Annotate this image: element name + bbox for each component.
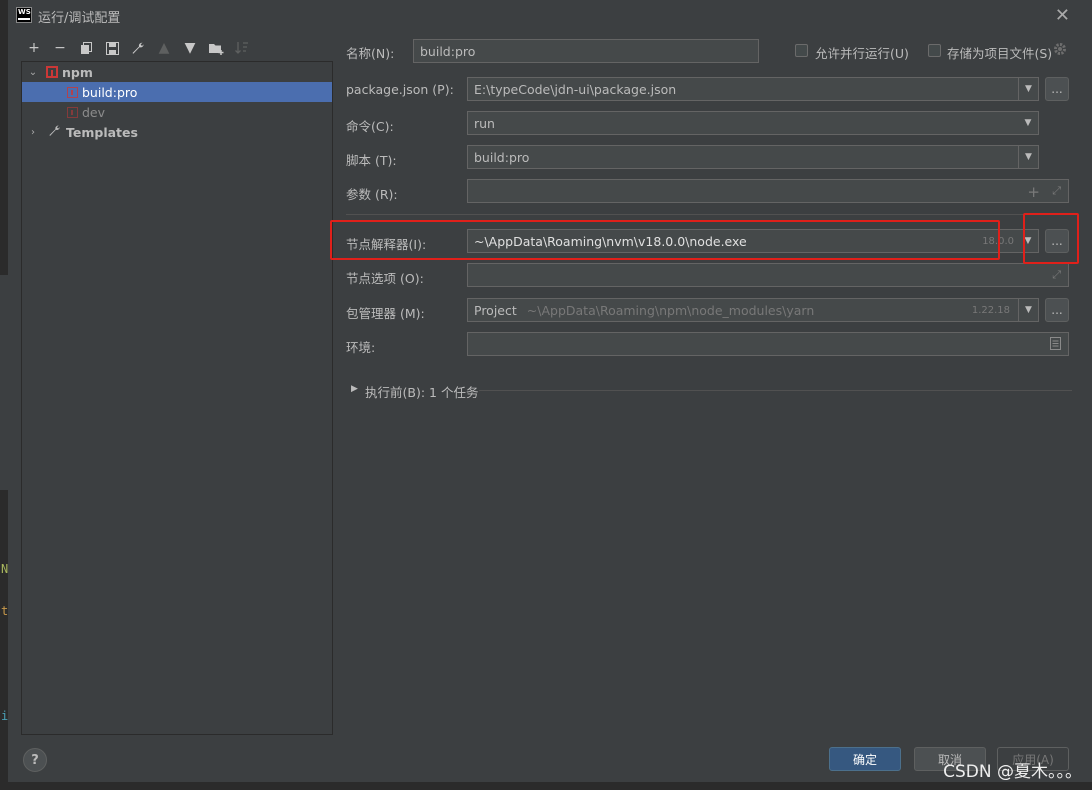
ok-button[interactable]: 确定 — [829, 747, 901, 771]
highlight-browse-button — [1023, 213, 1079, 264]
background-editor-strip — [0, 515, 8, 790]
csdn-watermark: CSDN @夏木。。。 — [943, 762, 1082, 782]
copy-icon[interactable] — [78, 40, 94, 56]
package-json-label: package.json (P): — [346, 82, 454, 97]
expand-icon[interactable]: ⤢ — [1052, 268, 1061, 282]
tree-node-label: dev — [82, 104, 106, 120]
parallel-run-checkbox[interactable] — [795, 44, 808, 57]
package-json-browse-button[interactable]: ... — [1045, 77, 1069, 101]
command-select[interactable]: run ▼ — [467, 111, 1039, 135]
name-input[interactable]: build:pro — [413, 39, 759, 63]
environment-label: 环境: — [346, 340, 376, 355]
save-icon[interactable] — [104, 40, 120, 56]
chevron-down-icon[interactable]: ▼ — [1018, 146, 1038, 168]
tree-node-build-pro[interactable]: build:pro — [22, 82, 332, 102]
move-up-icon[interactable]: ▲ — [156, 40, 172, 56]
command-value: run — [474, 115, 495, 131]
npm-icon — [67, 106, 78, 118]
tree-node-label: Templates — [66, 124, 138, 140]
parallel-run-label: 允许并行运行(U) — [815, 46, 909, 61]
gear-icon[interactable] — [1053, 42, 1067, 59]
chevron-down-icon[interactable]: ▼ — [1018, 299, 1038, 321]
tree-node-label: build:pro — [82, 84, 138, 100]
remove-icon[interactable]: − — [52, 40, 68, 56]
arguments-label: 参数 (R): — [346, 187, 398, 202]
section-separator — [346, 214, 1072, 215]
package-manager-browse-button[interactable]: ... — [1045, 298, 1069, 322]
title-bar[interactable]: WS 运行/调试配置 ✕ — [8, 0, 1092, 30]
tree-node-npm[interactable]: ⌄ npm — [22, 62, 332, 82]
name-input-value: build:pro — [420, 43, 476, 59]
chevron-down-icon[interactable]: ▼ — [1018, 78, 1038, 100]
arguments-input[interactable]: + ⤢ — [467, 179, 1069, 203]
run-debug-config-dialog: WS 运行/调试配置 ✕ + − ▲ ▼ ⌄ npm build:pro dev… — [8, 0, 1092, 782]
help-button[interactable]: ? — [23, 748, 47, 772]
highlight-node-interpreter — [330, 220, 1000, 260]
add-icon[interactable]: + — [26, 40, 42, 56]
wrench-icon[interactable] — [130, 40, 146, 56]
store-as-project-file-checkbox[interactable] — [928, 44, 941, 57]
node-options-label: 节点选项 (O): — [346, 271, 424, 286]
node-options-input[interactable]: ⤢ — [467, 263, 1069, 287]
background-ide-strip — [0, 275, 8, 490]
chevron-down-icon[interactable]: ⌄ — [26, 67, 40, 78]
add-icon[interactable]: + — [1027, 183, 1040, 201]
chevron-down-icon[interactable]: ▼ — [1018, 112, 1038, 134]
package-manager-label: 包管理器 (M): — [346, 306, 425, 321]
before-launch-separator — [479, 390, 1072, 391]
configuration-tree: ⌄ npm build:pro dev › Templates — [21, 61, 333, 735]
name-label: 名称(N): — [346, 46, 395, 61]
tree-node-dev[interactable]: dev — [22, 102, 332, 122]
package-manager-path: ~\AppData\Roaming\npm\node_modules\yarn — [526, 302, 815, 318]
store-as-project-file-label: 存储为项目文件(S) — [947, 46, 1053, 61]
sort-icon[interactable] — [234, 40, 250, 56]
command-label: 命令(C): — [346, 119, 394, 134]
app-icon-text: WS — [18, 8, 31, 16]
move-down-icon[interactable]: ▼ — [182, 40, 198, 56]
package-json-select[interactable]: E:\typeCode\jdn-ui\package.json ▼ — [467, 77, 1039, 101]
tree-toolbar: + − ▲ ▼ — [26, 38, 250, 58]
close-icon[interactable]: ✕ — [1055, 5, 1070, 26]
tree-node-templates[interactable]: › Templates — [22, 122, 332, 142]
npm-icon — [46, 66, 58, 78]
window-title: 运行/调试配置 — [38, 11, 121, 26]
before-launch-label[interactable]: 执行前(B): 1 个任务 — [365, 382, 478, 401]
new-folder-icon[interactable] — [208, 40, 224, 56]
package-json-value: E:\typeCode\jdn-ui\package.json — [474, 81, 677, 97]
package-manager-select[interactable]: Project ~\AppData\Roaming\npm\node_modul… — [467, 298, 1039, 322]
webstorm-app-icon: WS — [16, 7, 32, 23]
script-label: 脚本 (T): — [346, 153, 397, 168]
tree-node-label: npm — [62, 64, 93, 80]
npm-icon — [67, 86, 78, 98]
environment-input[interactable] — [467, 332, 1069, 356]
chevron-right-icon[interactable]: › — [26, 127, 40, 138]
wrench-icon — [48, 124, 61, 140]
package-manager-project: Project — [474, 302, 517, 318]
script-value: build:pro — [474, 149, 530, 165]
chevron-right-icon[interactable]: ▶ — [351, 384, 358, 394]
script-select[interactable]: build:pro ▼ — [467, 145, 1039, 169]
package-manager-version: 1.22.18 — [971, 305, 1010, 316]
document-icon[interactable] — [1050, 337, 1061, 353]
expand-icon[interactable]: ⤢ — [1052, 184, 1061, 198]
